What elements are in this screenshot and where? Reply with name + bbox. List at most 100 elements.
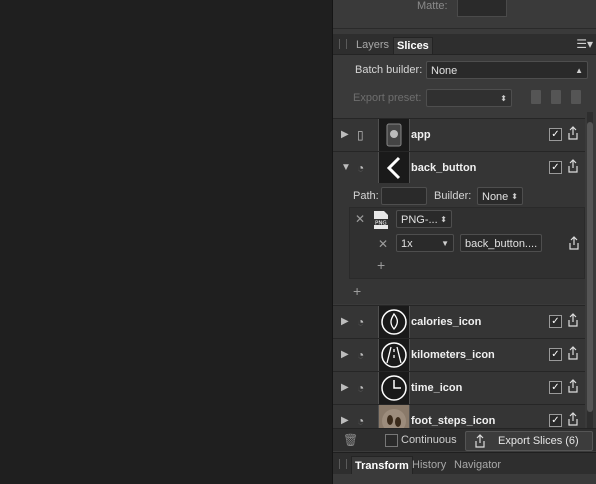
png-file-icon: PNG xyxy=(374,211,388,229)
chevron-updown-icon: ▲ xyxy=(575,66,583,75)
document-icon: ▯ xyxy=(357,128,364,142)
close-icon[interactable]: ✕ xyxy=(355,212,365,226)
slice-row-time-icon[interactable]: ▶ ◔ time_icon ✓ xyxy=(333,371,585,404)
export-share-icon[interactable] xyxy=(567,313,579,327)
export-share-icon[interactable] xyxy=(567,412,579,426)
export-checkbox[interactable]: ✓ xyxy=(549,348,562,361)
scrollbar[interactable] xyxy=(587,112,593,428)
format-dropdown[interactable]: PNG-... ⬍ xyxy=(396,210,452,228)
export-share-icon[interactable] xyxy=(567,346,579,360)
continuous-checkbox[interactable] xyxy=(385,434,398,447)
batch-builder-dropdown[interactable]: None ▲ xyxy=(426,61,588,79)
add-preset-icon[interactable] xyxy=(571,90,581,104)
add-scale-icon[interactable]: + xyxy=(377,257,385,273)
slice-name: app xyxy=(411,129,431,141)
slice-thumbnail xyxy=(378,306,410,338)
builder-value: None xyxy=(482,191,509,203)
tab-layers[interactable]: Layers xyxy=(353,37,392,53)
builder-label: Builder: xyxy=(434,190,472,202)
collapse-arrow-icon[interactable]: ▼ xyxy=(341,162,351,173)
slice-name: foot_steps_icon xyxy=(411,415,496,427)
clock-icon xyxy=(381,375,407,401)
tab-history[interactable]: History xyxy=(409,456,449,474)
png-badge-text: PNG xyxy=(375,221,387,227)
bottom-tabbar: Transform History Navigator xyxy=(333,452,596,475)
footsteps-icon xyxy=(382,409,406,429)
chevron-left-icon xyxy=(386,156,401,180)
grip-icon[interactable] xyxy=(339,39,347,49)
export-options-strip: Matte: xyxy=(333,0,596,29)
slice-group-icon: ◔ xyxy=(357,315,365,329)
slice-row-calories-icon[interactable]: ▶ ◔ calories_icon ✓ xyxy=(333,305,585,338)
grip-icon[interactable] xyxy=(339,459,347,469)
export-share-icon[interactable] xyxy=(567,159,579,173)
slice-group-icon: ◔ xyxy=(357,414,365,428)
export-share-icon xyxy=(475,434,485,448)
export-checkbox[interactable]: ✓ xyxy=(549,161,562,174)
slice-detail-back-button: Path: Builder: None ⬍ ✕ PNG PNG-... ⬍ ✕ … xyxy=(333,183,585,304)
path-label: Path: xyxy=(353,190,379,202)
expand-arrow-icon[interactable]: ▶ xyxy=(341,129,349,140)
panel-tabbar: Layers Slices ☰▾ xyxy=(333,34,596,55)
export-checkbox[interactable]: ✓ xyxy=(549,128,562,141)
slices-bottom-bar: 🗑 Continuous Export Slices (6) xyxy=(333,428,596,451)
scale-dropdown[interactable]: 1x ▼ xyxy=(396,234,454,252)
filename-value: back_button.... xyxy=(465,238,538,250)
matte-label: Matte: xyxy=(417,0,448,12)
export-share-icon[interactable] xyxy=(567,379,579,393)
expand-arrow-icon[interactable]: ▶ xyxy=(341,349,349,360)
slices-panel: Matte: Layers Slices ☰▾ Batch builder: N… xyxy=(332,0,596,484)
builder-dropdown[interactable]: None ⬍ xyxy=(477,187,523,205)
export-share-icon[interactable] xyxy=(568,236,580,250)
export-slices-label: Export Slices (6) xyxy=(498,435,579,447)
slice-name: time_icon xyxy=(411,382,463,394)
matte-color-well[interactable] xyxy=(457,0,507,17)
export-format-box: ✕ PNG PNG-... ⬍ ✕ 1x ▼ back_button.... + xyxy=(349,207,585,279)
slice-group-icon: ◔ xyxy=(357,161,365,175)
export-preset-dropdown[interactable]: ⬍ xyxy=(426,89,512,107)
slice-thumbnail xyxy=(378,152,410,184)
tab-transform[interactable]: Transform xyxy=(351,456,413,475)
scrollbar-thumb[interactable] xyxy=(587,122,593,412)
batch-builder-value: None xyxy=(431,65,458,77)
expand-arrow-icon[interactable]: ▶ xyxy=(341,316,349,327)
expand-arrow-icon[interactable]: ▶ xyxy=(341,415,349,426)
slice-name: back_button xyxy=(411,162,477,174)
format-value: PNG-... xyxy=(401,214,438,226)
path-field[interactable] xyxy=(381,187,427,205)
transform-panel-body xyxy=(333,474,596,484)
slice-row-back-button[interactable]: ▼ ◔ back_button ✓ xyxy=(333,151,585,184)
batch-builder-label: Batch builder: xyxy=(355,64,423,76)
copy-preset-icon[interactable] xyxy=(531,90,541,104)
add-format-icon[interactable]: + xyxy=(353,283,361,299)
filename-field[interactable]: back_button.... xyxy=(460,234,542,252)
close-icon[interactable]: ✕ xyxy=(378,237,388,251)
slice-group-icon: ◔ xyxy=(357,381,365,395)
expand-arrow-icon[interactable]: ▶ xyxy=(341,382,349,393)
slice-row-app[interactable]: ▶ ▯ app ✓ xyxy=(333,118,585,151)
continuous-label: Continuous xyxy=(401,434,457,446)
scale-value: 1x xyxy=(401,238,413,250)
export-checkbox[interactable]: ✓ xyxy=(549,315,562,328)
panel-menu-icon[interactable]: ☰▾ xyxy=(576,37,593,51)
slice-group-icon: ◔ xyxy=(357,348,365,362)
export-checkbox[interactable]: ✓ xyxy=(549,381,562,394)
chevron-updown-icon: ⬍ xyxy=(511,192,518,201)
canvas-area[interactable] xyxy=(0,0,332,484)
export-preset-label: Export preset: xyxy=(353,92,422,104)
app-thumbnail-icon xyxy=(386,123,402,147)
slice-row-kilometers-icon[interactable]: ▶ ◔ kilometers_icon ✓ xyxy=(333,338,585,371)
slice-row-foot-steps-icon[interactable]: ▶ ◔ foot_steps_icon ✓ xyxy=(333,404,585,429)
slice-thumbnail xyxy=(378,405,410,429)
road-icon xyxy=(381,342,407,368)
export-share-icon[interactable] xyxy=(567,126,579,140)
slice-name: calories_icon xyxy=(411,316,482,328)
export-slices-button[interactable]: Export Slices (6) xyxy=(465,431,593,451)
tab-navigator[interactable]: Navigator xyxy=(451,456,504,474)
delete-preset-icon[interactable] xyxy=(551,90,561,104)
export-checkbox[interactable]: ✓ xyxy=(549,414,562,427)
flame-icon xyxy=(381,309,407,335)
tab-slices[interactable]: Slices xyxy=(393,37,433,54)
slice-thumbnail xyxy=(378,119,410,151)
trash-icon[interactable]: 🗑 xyxy=(343,433,358,447)
